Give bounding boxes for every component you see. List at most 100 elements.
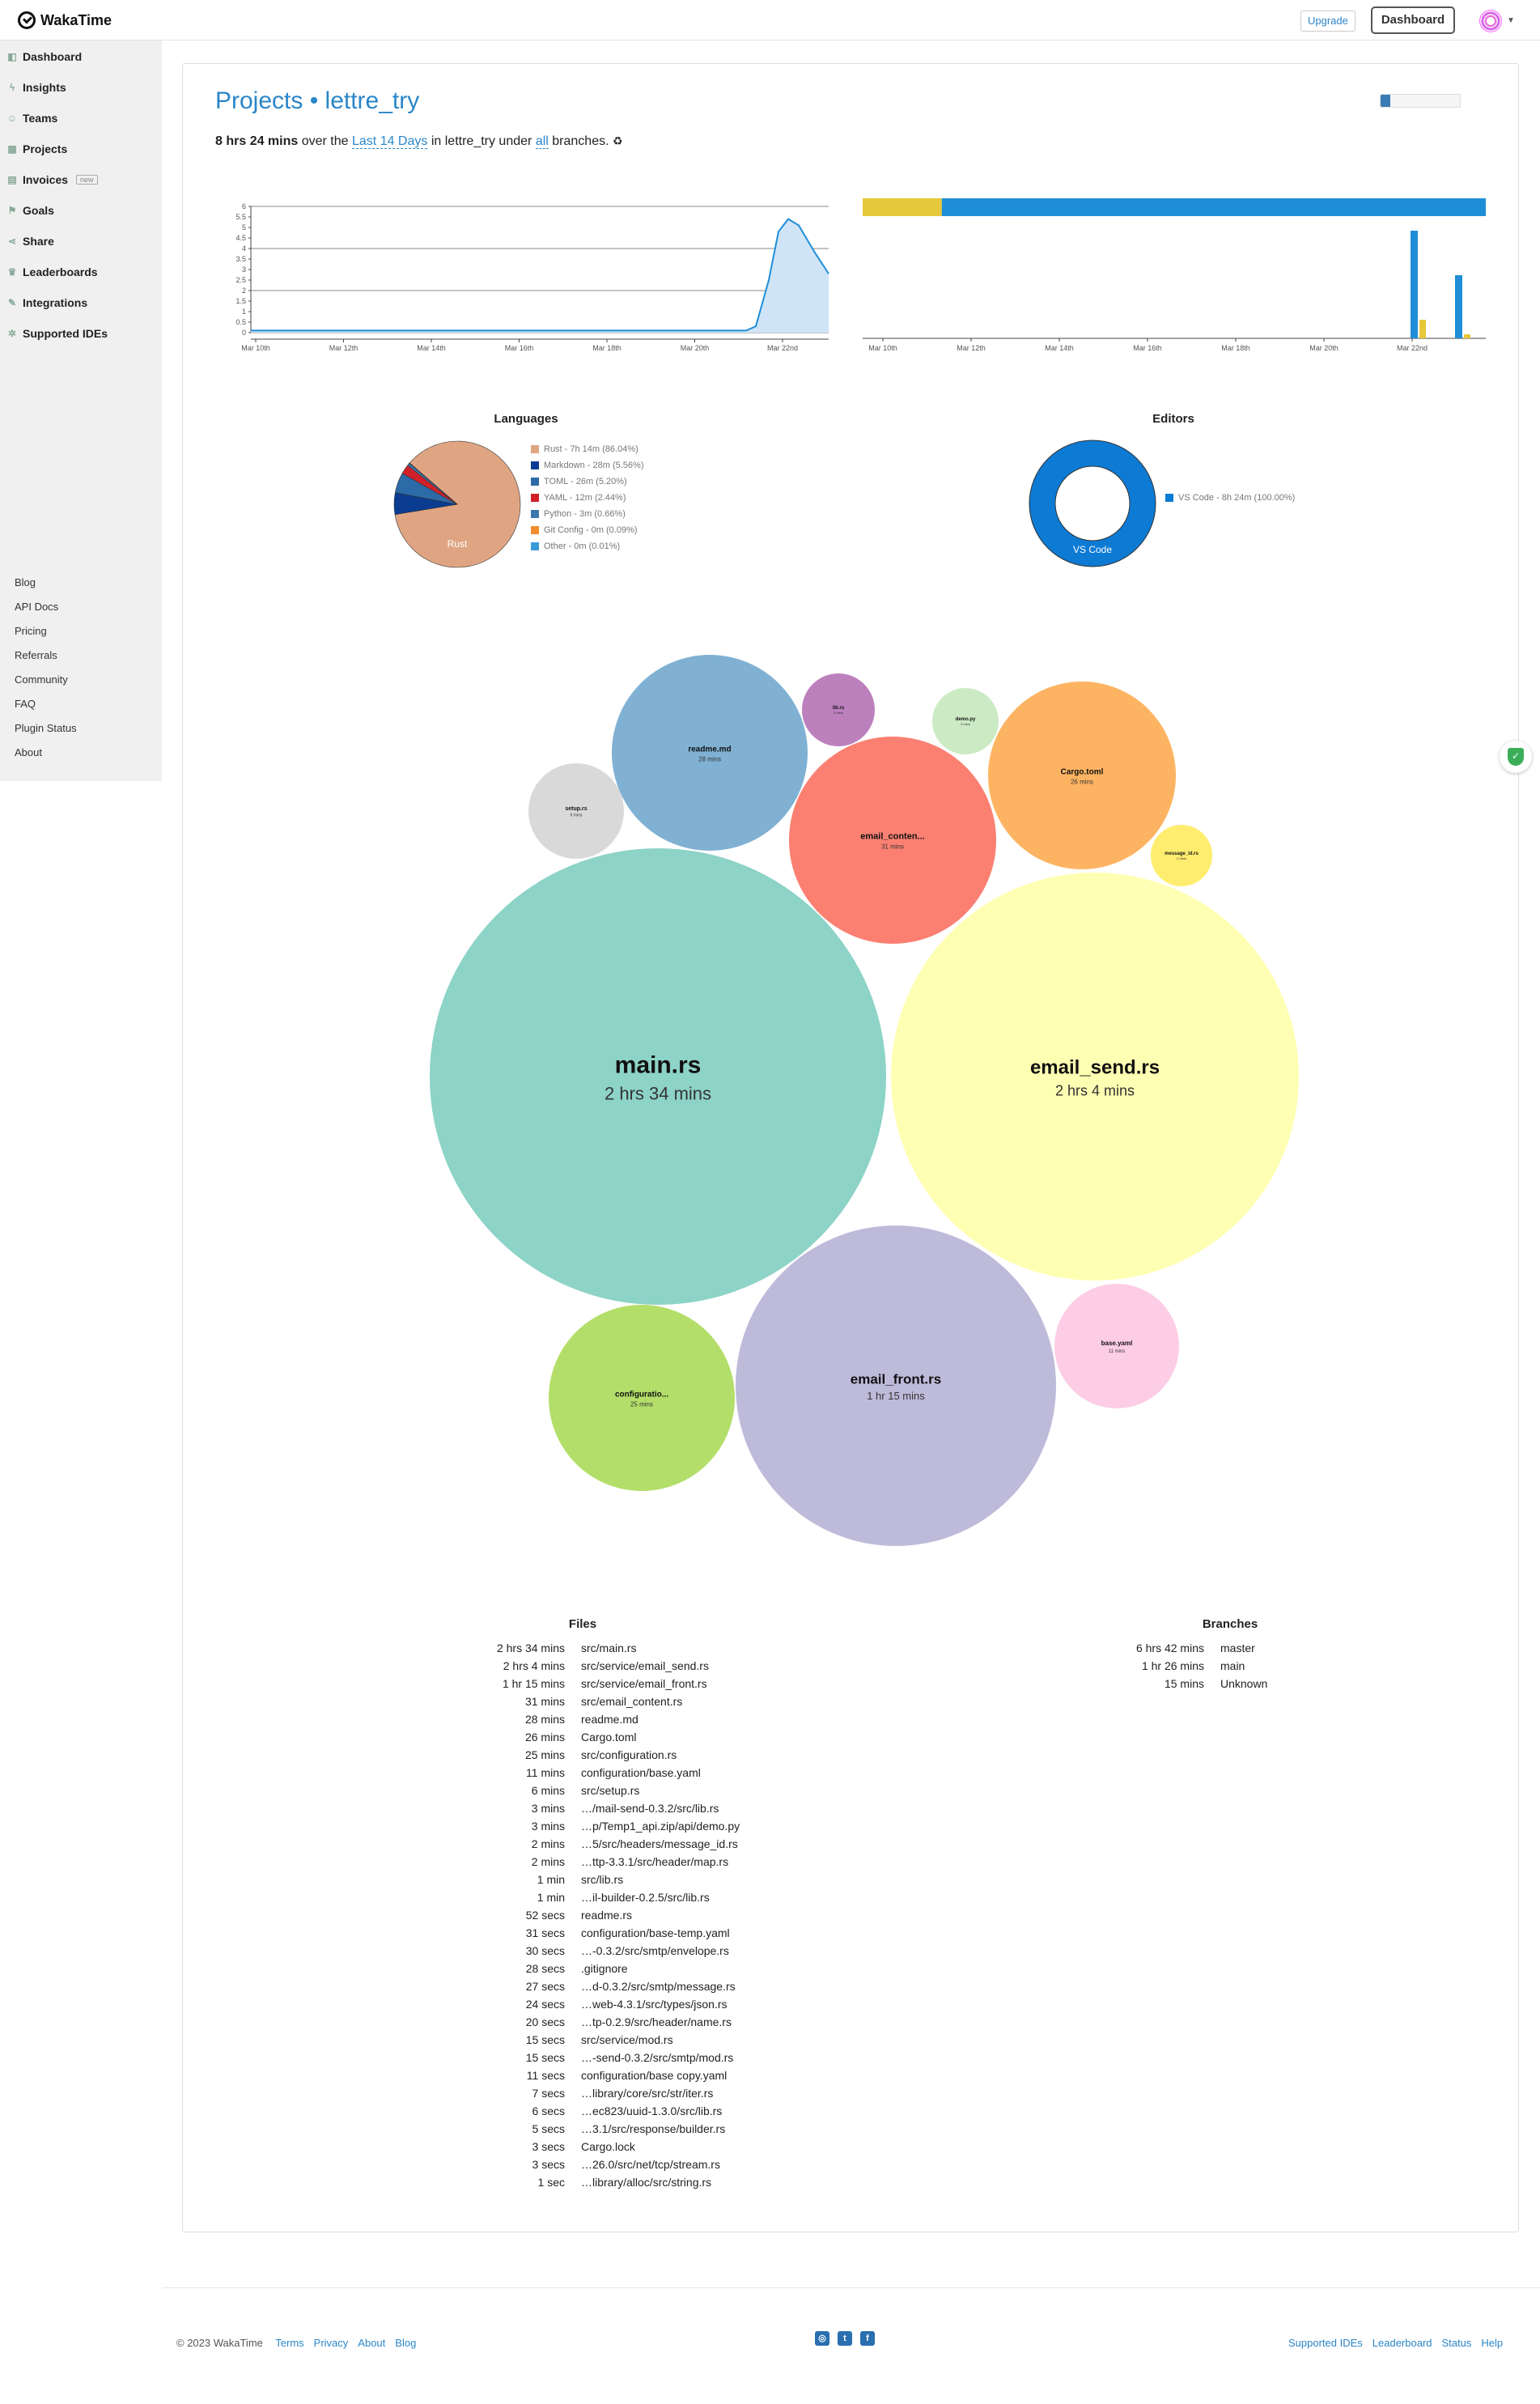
row-name[interactable]: src/service/mod.rs: [581, 2031, 673, 2049]
row-name[interactable]: …d-0.3.2/src/smtp/message.rs: [581, 1977, 736, 1995]
row-name[interactable]: …/mail-send-0.3.2/src/lib.rs: [581, 1799, 719, 1817]
file-bubble[interactable]: base.yaml 11 mins: [1054, 1284, 1179, 1408]
sidebar-item-goals[interactable]: ⚑ Goals: [6, 204, 54, 217]
sidebar-item-teams[interactable]: ☺ Teams: [6, 112, 57, 125]
legend-item: Rust - 7h 14m (86.04%): [531, 441, 644, 457]
row-time: 31 secs: [525, 1926, 565, 1939]
avatar[interactable]: [1479, 10, 1502, 32]
sidebar-item-insights[interactable]: ϟ Insights: [6, 81, 66, 94]
row-name[interactable]: .gitignore: [581, 1960, 628, 1977]
upgrade-button[interactable]: Upgrade: [1300, 11, 1355, 32]
file-bubble[interactable]: email_front.rs 1 hr 15 mins: [736, 1225, 1056, 1546]
file-bubble[interactable]: email_send.rs 2 hrs 4 mins: [891, 873, 1299, 1281]
sidebar-link-referrals[interactable]: Referrals: [15, 649, 57, 661]
footer-link-help[interactable]: Help: [1481, 2337, 1503, 2349]
row-name[interactable]: src/service/email_send.rs: [581, 1657, 709, 1675]
bolt-icon: ϟ: [9, 82, 15, 93]
sidebar-link-pricing[interactable]: Pricing: [15, 625, 47, 637]
sidebar-item-supported-ides[interactable]: ✲ Supported IDEs: [6, 327, 108, 340]
branches-link[interactable]: all: [535, 134, 549, 149]
sidebar-link-about[interactable]: About: [15, 746, 42, 758]
footer-link-privacy[interactable]: Privacy: [314, 2337, 349, 2349]
file-bubble[interactable]: demo.py3 mins: [932, 688, 999, 754]
footer-link-about[interactable]: About: [358, 2337, 385, 2349]
languages-title: Languages: [494, 412, 558, 426]
row-name[interactable]: configuration/base-temp.yaml: [581, 1924, 730, 1942]
file-bubble[interactable]: configuratio...25 mins: [549, 1305, 735, 1491]
shield-icon: ✓: [1508, 748, 1524, 766]
facebook-icon[interactable]: f: [860, 2331, 875, 2346]
sidebar-link-community[interactable]: Community: [15, 673, 68, 686]
security-shield-button[interactable]: ✓: [1500, 741, 1532, 773]
app-name: WakaTime: [40, 11, 112, 28]
row-name[interactable]: …p/Temp1_api.zip/api/demo.py: [581, 1817, 740, 1835]
row-name[interactable]: …web-4.3.1/src/types/json.rs: [581, 1995, 728, 2013]
sidebar-item-dashboard[interactable]: ◧ Dashboard: [6, 50, 82, 63]
row-name[interactable]: …tp-0.2.9/src/header/name.rs: [581, 2013, 732, 2031]
row-name[interactable]: …il-builder-0.2.5/src/lib.rs: [581, 1888, 710, 1906]
file-bubble[interactable]: message_id.rs2 mins: [1151, 825, 1212, 886]
row-name[interactable]: …library/core/src/str/iter.rs: [581, 2084, 713, 2102]
file-bubble[interactable]: Cargo.toml 26 mins: [988, 682, 1176, 869]
date-range-link[interactable]: Last 14 Days: [352, 134, 428, 149]
row-name[interactable]: …26.0/src/net/tcp/stream.rs: [581, 2156, 720, 2173]
sidebar-item-label: Leaderboards: [23, 265, 98, 278]
row-name[interactable]: …ttp-3.3.1/src/header/map.rs: [581, 1853, 728, 1871]
dashboard-button[interactable]: Dashboard: [1371, 6, 1455, 34]
row-name[interactable]: configuration/base.yaml: [581, 1764, 701, 1782]
sidebar-item-leaderboards[interactable]: ♛ Leaderboards: [6, 265, 98, 278]
row-name[interactable]: …5/src/headers/message_id.rs: [581, 1835, 738, 1853]
file-bubble[interactable]: setup.rs6 mins: [528, 763, 624, 859]
row-name[interactable]: src/email_content.rs: [581, 1693, 682, 1710]
footer-link-supported-ides[interactable]: Supported IDEs: [1288, 2337, 1363, 2349]
row-name[interactable]: Cargo.toml: [581, 1728, 636, 1746]
footer-link-status[interactable]: Status: [1442, 2337, 1472, 2349]
row-name[interactable]: …3.1/src/response/builder.rs: [581, 2120, 725, 2138]
sidebar-item-share[interactable]: ⋖ Share: [6, 235, 54, 248]
sidebar-item-integrations[interactable]: ✎ Integrations: [6, 296, 87, 309]
github-icon[interactable]: ◎: [815, 2331, 829, 2346]
recycle-icon[interactable]: ♻: [613, 134, 623, 147]
row-name[interactable]: …-0.3.2/src/smtp/envelope.rs: [581, 1942, 729, 1960]
file-bubble[interactable]: lib.rs3 mins: [802, 673, 875, 746]
y-tick-label: 5: [242, 223, 246, 231]
document-icon: ▤: [7, 174, 17, 185]
row-name[interactable]: src/service/email_front.rs: [581, 1675, 707, 1693]
table-row: 15 mins Unknown: [1092, 1675, 1267, 1693]
row-name[interactable]: Unknown: [1220, 1675, 1267, 1693]
bubble-time: 3 mins: [961, 722, 970, 726]
footer-link-terms[interactable]: Terms: [275, 2337, 303, 2349]
sidebar-link-blog[interactable]: Blog: [15, 576, 36, 588]
chevron-down-icon[interactable]: ▼: [1507, 16, 1515, 25]
file-bubble[interactable]: email_conten... 31 mins: [789, 737, 996, 944]
row-name[interactable]: src/lib.rs: [581, 1871, 623, 1888]
row-name[interactable]: …ec823/uuid-1.3.0/src/lib.rs: [581, 2102, 722, 2120]
sidebar-item-label: Dashboard: [23, 50, 83, 63]
twitter-icon[interactable]: t: [838, 2331, 852, 2346]
row-name[interactable]: src/main.rs: [581, 1639, 636, 1657]
share-icon: ⋖: [7, 236, 17, 247]
footer-link-leaderboard[interactable]: Leaderboard: [1372, 2337, 1432, 2349]
row-name[interactable]: configuration/base copy.yaml: [581, 2066, 727, 2084]
sidebar-item-invoices[interactable]: ▤ Invoices new: [6, 173, 98, 186]
sidebar-link-faq[interactable]: FAQ: [15, 698, 36, 710]
flag-icon: ⚑: [7, 205, 17, 216]
sidebar-link-plugin-status[interactable]: Plugin Status: [15, 722, 77, 734]
sidebar-link-api-docs[interactable]: API Docs: [15, 601, 58, 613]
row-name[interactable]: Cargo.lock: [581, 2138, 635, 2156]
row-name[interactable]: main: [1220, 1657, 1245, 1675]
footer-link-blog[interactable]: Blog: [395, 2337, 416, 2349]
row-name[interactable]: master: [1220, 1639, 1255, 1657]
wakatime-logo[interactable]: WakaTime: [18, 11, 112, 29]
languages-pie-chart: Rust: [393, 440, 521, 568]
row-name[interactable]: src/configuration.rs: [581, 1746, 677, 1764]
editors-title: Editors: [1152, 412, 1194, 426]
row-name[interactable]: readme.md: [581, 1710, 638, 1728]
row-name[interactable]: …-send-0.3.2/src/smtp/mod.rs: [581, 2049, 733, 2066]
row-name[interactable]: readme.rs: [581, 1906, 632, 1924]
file-bubble[interactable]: readme.md28 mins: [612, 655, 808, 851]
file-bubble[interactable]: main.rs 2 hrs 34 mins: [430, 848, 886, 1305]
sidebar-item-projects[interactable]: ▦ Projects: [6, 142, 67, 155]
row-name[interactable]: src/setup.rs: [581, 1782, 639, 1799]
row-name[interactable]: …library/alloc/src/string.rs: [581, 2173, 711, 2191]
